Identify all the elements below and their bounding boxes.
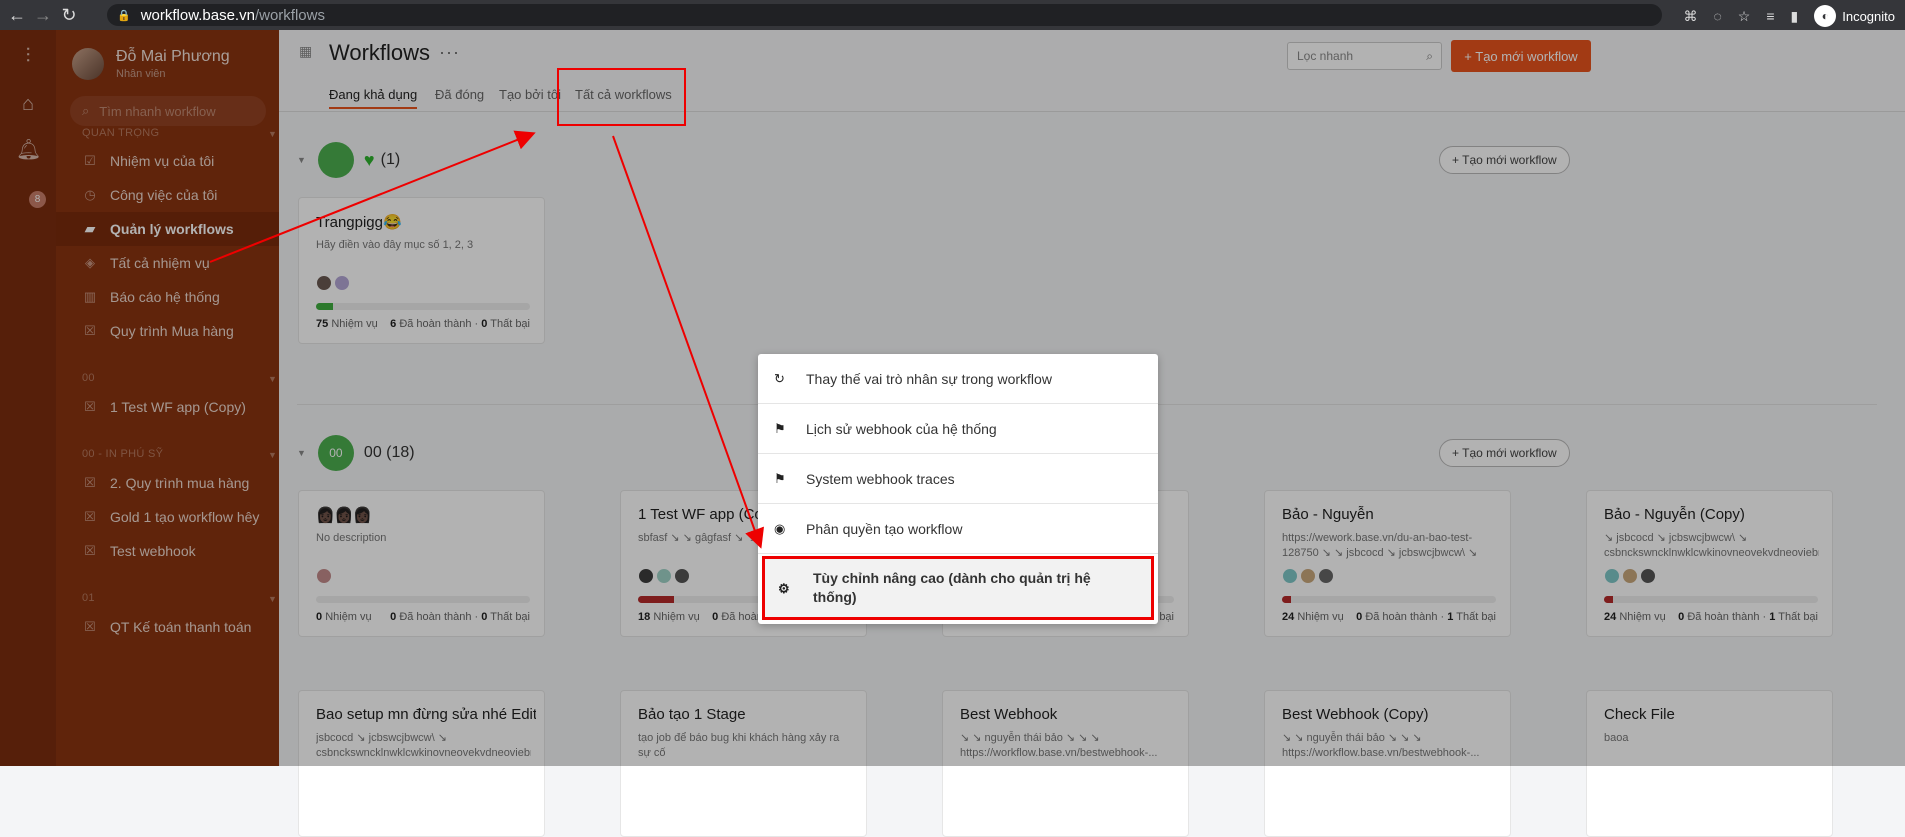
arrow-to-tab bbox=[209, 130, 536, 263]
arrow-to-menu-item bbox=[612, 135, 764, 549]
annotation-arrows bbox=[209, 130, 764, 549]
